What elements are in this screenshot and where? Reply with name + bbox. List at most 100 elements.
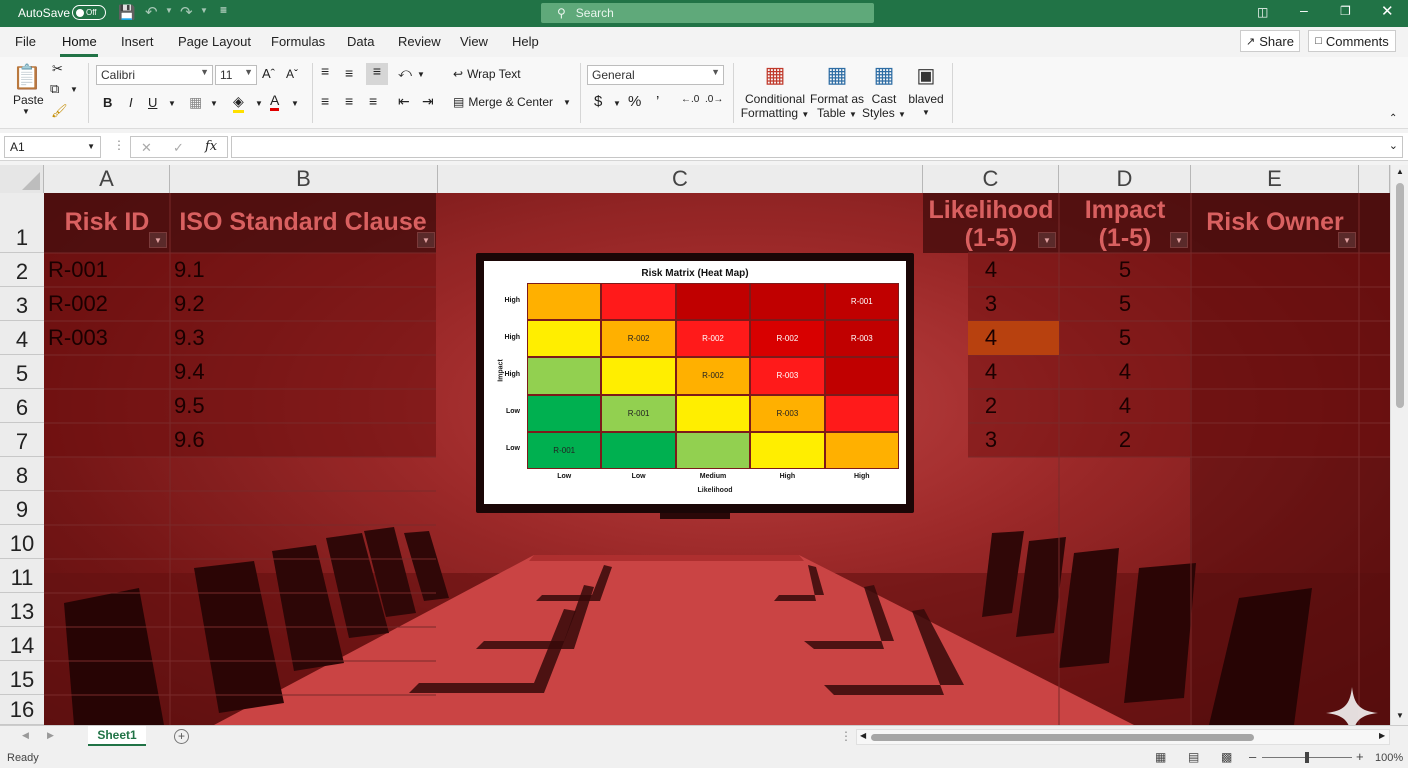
font-color-dropdown-icon[interactable]: ▼ xyxy=(291,99,299,108)
row-header-6[interactable]: 6 xyxy=(0,389,44,423)
cell-a4[interactable]: R-003 xyxy=(48,321,108,355)
scroll-left-icon[interactable]: ◀ xyxy=(860,731,866,740)
zoom-level[interactable]: 100% xyxy=(1375,752,1403,764)
align-left-icon[interactable]: ≡ xyxy=(321,93,329,109)
row-header-9[interactable]: 9 xyxy=(0,491,44,525)
italic-icon[interactable]: I xyxy=(129,95,133,110)
minimize-icon[interactable]: – xyxy=(1300,2,1308,18)
paste-label[interactable]: Paste xyxy=(13,93,44,107)
formula-input[interactable]: ⌄ xyxy=(231,136,1403,158)
tab-page-layout[interactable]: Page Layout xyxy=(178,34,251,49)
cell-a3[interactable]: R-002 xyxy=(48,287,108,321)
filter-dropdown-icon[interactable]: ▼ xyxy=(1170,232,1188,248)
zoom-slider-thumb[interactable] xyxy=(1305,752,1309,763)
bold-icon[interactable]: B xyxy=(103,95,112,110)
cell-d3-impact[interactable]: 5 xyxy=(1059,287,1191,321)
restore-icon[interactable]: ❐ xyxy=(1340,4,1351,18)
cell-c3-likelihood[interactable]: 3 xyxy=(923,287,1059,321)
number-format-combo[interactable]: General ▼ xyxy=(587,65,724,85)
row-header-1[interactable]: 1 xyxy=(0,193,44,253)
tab-insert[interactable]: Insert xyxy=(121,34,154,49)
paste-dropdown-icon[interactable]: ▼ xyxy=(22,107,30,116)
cell-d7-impact[interactable]: 2 xyxy=(1059,423,1191,457)
conditional-formatting-icon[interactable]: ▦ xyxy=(760,61,790,89)
borders-dropdown-icon[interactable]: ▼ xyxy=(210,99,218,108)
tab-home[interactable]: Home xyxy=(62,34,97,49)
select-all-corner[interactable] xyxy=(0,165,44,193)
format-painter-icon[interactable]: 🖌 xyxy=(51,103,68,119)
row-header-2[interactable]: 2 xyxy=(0,253,44,287)
row-header-4[interactable]: 4 xyxy=(0,321,44,355)
scroll-right-icon[interactable]: ▶ xyxy=(1379,731,1385,740)
format-as-table-button[interactable]: Format as Table ▼ xyxy=(808,92,866,122)
page-layout-view-icon[interactable]: ▤ xyxy=(1188,750,1199,764)
horizontal-scrollbar[interactable]: ◀ ▶ xyxy=(856,729,1390,745)
cell-d4-impact[interactable]: 5 xyxy=(1059,321,1191,355)
row-header-11[interactable]: 11 xyxy=(0,559,44,593)
orientation-dropdown-icon[interactable]: ▼ xyxy=(417,70,425,79)
tab-review[interactable]: Review xyxy=(398,34,441,49)
name-box[interactable]: A1 ▼ xyxy=(4,136,101,158)
increase-font-icon[interactable]: Aˆ xyxy=(262,66,275,81)
insert-function-icon[interactable]: fx xyxy=(205,139,217,154)
cell-b3[interactable]: 9.2 xyxy=(174,287,205,321)
column-header-e[interactable]: E xyxy=(1191,165,1359,193)
vertical-scrollbar[interactable]: ▲ ▼ xyxy=(1390,165,1408,725)
align-top-icon[interactable]: ≡ xyxy=(321,63,329,79)
normal-view-icon[interactable]: ▦ xyxy=(1155,750,1166,764)
column-header-c[interactable]: C xyxy=(438,165,923,193)
cells-group-button[interactable]: blaved ▼ xyxy=(904,92,948,120)
scroll-tabs-right-icon[interactable]: ▶ xyxy=(47,730,54,741)
row-header-7[interactable]: 7 xyxy=(0,423,44,457)
align-right-icon[interactable]: ≡ xyxy=(369,93,377,109)
orientation-icon[interactable]: ⤺ xyxy=(398,65,412,81)
row-header-5[interactable]: 5 xyxy=(0,355,44,389)
increase-indent-icon[interactable]: ⇥ xyxy=(422,93,434,110)
font-size-combo[interactable]: 11 ▼ xyxy=(215,65,257,85)
cell-c2-likelihood[interactable]: 4 xyxy=(923,253,1059,287)
column-header-b[interactable]: B xyxy=(170,165,438,193)
filter-dropdown-icon[interactable]: ▼ xyxy=(417,232,435,248)
merge-center-button[interactable]: ▤ Merge & Center ▼ xyxy=(453,95,571,109)
customize-toolbar-icon[interactable]: ≡ xyxy=(220,3,227,17)
underline-dropdown-icon[interactable]: ▼ xyxy=(168,99,176,108)
cancel-icon[interactable]: ✕ xyxy=(141,140,152,156)
redo-dropdown-icon[interactable]: ▼ xyxy=(200,6,208,15)
currency-dropdown-icon[interactable]: ▼ xyxy=(613,99,621,108)
undo-dropdown-icon[interactable]: ▼ xyxy=(165,6,173,15)
zoom-in-icon[interactable]: + xyxy=(1356,749,1364,764)
increase-decimal-icon[interactable]: ←.0 xyxy=(681,94,699,105)
column-header-a[interactable]: A xyxy=(44,165,170,193)
font-name-combo[interactable]: Calibri ▼ xyxy=(96,65,213,85)
add-sheet-icon[interactable]: + xyxy=(174,729,189,744)
comments-button[interactable]: □ Comments xyxy=(1308,30,1396,52)
save-icon[interactable]: 💾 xyxy=(118,4,135,21)
format-as-table-icon[interactable]: ▦ xyxy=(822,61,852,89)
cell-styles-icon[interactable]: ▦ xyxy=(869,61,899,89)
autosave-toggle[interactable]: Off xyxy=(72,5,106,20)
row-header-10[interactable]: 10 xyxy=(0,525,44,559)
close-icon[interactable]: ✕ xyxy=(1381,2,1394,20)
percent-icon[interactable]: % xyxy=(628,93,641,110)
align-center-icon[interactable]: ≡ xyxy=(345,93,353,109)
scroll-tabs-left-icon[interactable]: ◀ xyxy=(22,730,29,741)
row-header-14[interactable]: 14 xyxy=(0,627,44,661)
page-break-view-icon[interactable]: ▩ xyxy=(1221,750,1232,764)
cell-d5-impact[interactable]: 4 xyxy=(1059,355,1191,389)
cell-b5[interactable]: 9.4 xyxy=(174,355,205,389)
sheet-tab-sheet1[interactable]: Sheet1 xyxy=(88,726,146,746)
cell-b6[interactable]: 9.5 xyxy=(174,389,205,423)
scroll-up-icon[interactable]: ▲ xyxy=(1396,167,1404,176)
undo-icon[interactable]: ↶ xyxy=(145,3,158,21)
row-header-8[interactable]: 8 xyxy=(0,457,44,491)
cell-d2-impact[interactable]: 5 xyxy=(1059,253,1191,287)
copy-icon[interactable]: ⧉ xyxy=(50,81,59,97)
cell-c6-likelihood[interactable]: 2 xyxy=(923,389,1059,423)
underline-icon[interactable]: U xyxy=(148,95,157,110)
tab-view[interactable]: View xyxy=(460,34,488,49)
cells-group-icon[interactable]: ▣ xyxy=(911,61,941,89)
align-bottom-icon[interactable]: ≡ xyxy=(366,63,388,85)
filter-dropdown-icon[interactable]: ▼ xyxy=(1038,232,1056,248)
redo-icon[interactable]: ↷ xyxy=(180,3,193,21)
cell-styles-button[interactable]: Cast Styles ▼ xyxy=(862,92,906,122)
